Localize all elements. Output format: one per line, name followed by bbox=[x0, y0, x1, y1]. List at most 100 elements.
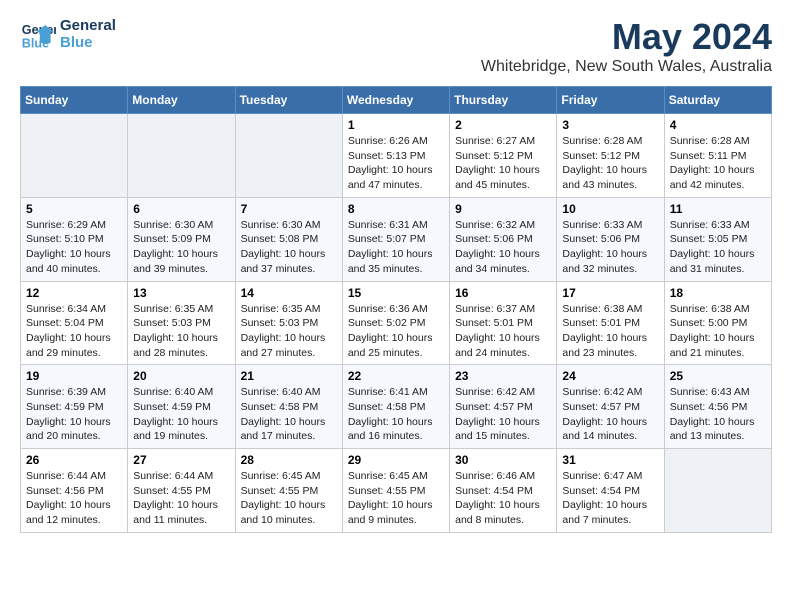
weekday-header-tuesday: Tuesday bbox=[235, 87, 342, 114]
calendar-cell: 11 Sunrise: 6:33 AMSunset: 5:05 PMDayligh… bbox=[664, 197, 771, 281]
day-info: Sunrise: 6:42 AMSunset: 4:57 PMDaylight:… bbox=[455, 385, 551, 444]
day-number: 26 bbox=[26, 453, 122, 467]
day-info: Sunrise: 6:28 AMSunset: 5:11 PMDaylight:… bbox=[670, 134, 766, 193]
day-info: Sunrise: 6:45 AMSunset: 4:55 PMDaylight:… bbox=[348, 469, 444, 528]
day-number: 20 bbox=[133, 369, 229, 383]
day-info: Sunrise: 6:35 AMSunset: 5:03 PMDaylight:… bbox=[241, 302, 337, 361]
day-number: 6 bbox=[133, 202, 229, 216]
logo-general: General bbox=[60, 17, 116, 34]
day-number: 25 bbox=[670, 369, 766, 383]
day-number: 28 bbox=[241, 453, 337, 467]
day-number: 29 bbox=[348, 453, 444, 467]
day-number: 17 bbox=[562, 286, 658, 300]
day-info: Sunrise: 6:35 AMSunset: 5:03 PMDaylight:… bbox=[133, 302, 229, 361]
calendar-cell: 16Sunrise: 6:37 AMSunset: 5:01 PMDayligh… bbox=[450, 281, 557, 365]
calendar-cell: 22 Sunrise: 6:41 AMSunset: 4:58 PMDayligh… bbox=[342, 365, 449, 449]
day-info: Sunrise: 6:36 AMSunset: 5:02 PMDaylight:… bbox=[348, 302, 444, 361]
calendar-cell: 17 Sunrise: 6:38 AMSunset: 5:01 PMDayligh… bbox=[557, 281, 664, 365]
calendar-cell: 8 Sunrise: 6:31 AMSunset: 5:07 PMDaylight… bbox=[342, 197, 449, 281]
day-number: 2 bbox=[455, 118, 551, 132]
day-info: Sunrise: 6:26 AMSunset: 5:13 PMDaylight:… bbox=[348, 134, 444, 193]
calendar-cell: 7 Sunrise: 6:30 AMSunset: 5:08 PMDaylight… bbox=[235, 197, 342, 281]
logo-icon: General Blue bbox=[20, 16, 56, 52]
day-info: Sunrise: 6:34 AMSunset: 5:04 PMDaylight:… bbox=[26, 302, 122, 361]
day-number: 24 bbox=[562, 369, 658, 383]
calendar-cell: 24 Sunrise: 6:42 AMSunset: 4:57 PMDayligh… bbox=[557, 365, 664, 449]
calendar-table: SundayMondayTuesdayWednesdayThursdayFrid… bbox=[20, 86, 772, 533]
location-title: Whitebridge, New South Wales, Australia bbox=[481, 58, 772, 76]
day-info: Sunrise: 6:42 AMSunset: 4:57 PMDaylight:… bbox=[562, 385, 658, 444]
day-info: Sunrise: 6:47 AMSunset: 4:54 PMDaylight:… bbox=[562, 469, 658, 528]
calendar-cell: 18 Sunrise: 6:38 AMSunset: 5:00 PMDayligh… bbox=[664, 281, 771, 365]
day-number: 9 bbox=[455, 202, 551, 216]
calendar-cell: 28Sunrise: 6:45 AMSunset: 4:55 PMDayligh… bbox=[235, 449, 342, 533]
day-number: 14 bbox=[241, 286, 337, 300]
day-info: Sunrise: 6:30 AMSunset: 5:08 PMDaylight:… bbox=[241, 218, 337, 277]
day-info: Sunrise: 6:44 AMSunset: 4:56 PMDaylight:… bbox=[26, 469, 122, 528]
day-info: Sunrise: 6:41 AMSunset: 4:58 PMDaylight:… bbox=[348, 385, 444, 444]
weekday-header-monday: Monday bbox=[128, 87, 235, 114]
day-number: 30 bbox=[455, 453, 551, 467]
day-number: 31 bbox=[562, 453, 658, 467]
day-info: Sunrise: 6:38 AMSunset: 5:00 PMDaylight:… bbox=[670, 302, 766, 361]
calendar-cell: 3 Sunrise: 6:28 AMSunset: 5:12 PMDaylight… bbox=[557, 114, 664, 198]
calendar-cell: 2 Sunrise: 6:27 AMSunset: 5:12 PMDaylight… bbox=[450, 114, 557, 198]
day-number: 7 bbox=[241, 202, 337, 216]
calendar-cell: 20Sunrise: 6:40 AMSunset: 4:59 PMDayligh… bbox=[128, 365, 235, 449]
calendar-week-4: 19 Sunrise: 6:39 AMSunset: 4:59 PMDayligh… bbox=[21, 365, 772, 449]
logo: General Blue General Blue bbox=[20, 16, 116, 52]
day-number: 19 bbox=[26, 369, 122, 383]
day-number: 23 bbox=[455, 369, 551, 383]
day-number: 16 bbox=[455, 286, 551, 300]
day-number: 18 bbox=[670, 286, 766, 300]
weekday-header-sunday: Sunday bbox=[21, 87, 128, 114]
calendar-cell: 19 Sunrise: 6:39 AMSunset: 4:59 PMDayligh… bbox=[21, 365, 128, 449]
day-info: Sunrise: 6:32 AMSunset: 5:06 PMDaylight:… bbox=[455, 218, 551, 277]
day-info: Sunrise: 6:28 AMSunset: 5:12 PMDaylight:… bbox=[562, 134, 658, 193]
day-number: 1 bbox=[348, 118, 444, 132]
day-number: 15 bbox=[348, 286, 444, 300]
day-info: Sunrise: 6:40 AMSunset: 4:58 PMDaylight:… bbox=[241, 385, 337, 444]
calendar-week-2: 5Sunrise: 6:29 AMSunset: 5:10 PMDaylight… bbox=[21, 197, 772, 281]
weekday-header-wednesday: Wednesday bbox=[342, 87, 449, 114]
day-info: Sunrise: 6:43 AMSunset: 4:56 PMDaylight:… bbox=[670, 385, 766, 444]
calendar-cell: 9 Sunrise: 6:32 AMSunset: 5:06 PMDaylight… bbox=[450, 197, 557, 281]
weekday-header-row: SundayMondayTuesdayWednesdayThursdayFrid… bbox=[21, 87, 772, 114]
weekday-header-friday: Friday bbox=[557, 87, 664, 114]
calendar-cell: 13Sunrise: 6:35 AMSunset: 5:03 PMDayligh… bbox=[128, 281, 235, 365]
day-number: 22 bbox=[348, 369, 444, 383]
calendar-cell: 30 Sunrise: 6:46 AMSunset: 4:54 PMDayligh… bbox=[450, 449, 557, 533]
day-number: 4 bbox=[670, 118, 766, 132]
day-number: 27 bbox=[133, 453, 229, 467]
day-info: Sunrise: 6:38 AMSunset: 5:01 PMDaylight:… bbox=[562, 302, 658, 361]
calendar-cell: 27 Sunrise: 6:44 AMSunset: 4:55 PMDayligh… bbox=[128, 449, 235, 533]
day-number: 10 bbox=[562, 202, 658, 216]
day-number: 21 bbox=[241, 369, 337, 383]
calendar-cell: 1 Sunrise: 6:26 AMSunset: 5:13 PMDaylight… bbox=[342, 114, 449, 198]
title-block: May 2024 Whitebridge, New South Wales, A… bbox=[481, 16, 772, 76]
calendar-week-3: 12 Sunrise: 6:34 AMSunset: 5:04 PMDayligh… bbox=[21, 281, 772, 365]
day-info: Sunrise: 6:46 AMSunset: 4:54 PMDaylight:… bbox=[455, 469, 551, 528]
calendar-cell: 12 Sunrise: 6:34 AMSunset: 5:04 PMDayligh… bbox=[21, 281, 128, 365]
day-info: Sunrise: 6:44 AMSunset: 4:55 PMDaylight:… bbox=[133, 469, 229, 528]
day-info: Sunrise: 6:31 AMSunset: 5:07 PMDaylight:… bbox=[348, 218, 444, 277]
weekday-header-saturday: Saturday bbox=[664, 87, 771, 114]
calendar-cell: 6Sunrise: 6:30 AMSunset: 5:09 PMDaylight… bbox=[128, 197, 235, 281]
calendar-cell: 25 Sunrise: 6:43 AMSunset: 4:56 PMDayligh… bbox=[664, 365, 771, 449]
calendar-cell: 31 Sunrise: 6:47 AMSunset: 4:54 PMDayligh… bbox=[557, 449, 664, 533]
day-info: Sunrise: 6:33 AMSunset: 5:05 PMDaylight:… bbox=[670, 218, 766, 277]
day-number: 12 bbox=[26, 286, 122, 300]
day-info: Sunrise: 6:29 AMSunset: 5:10 PMDaylight:… bbox=[26, 218, 122, 277]
day-number: 3 bbox=[562, 118, 658, 132]
calendar-cell: 26 Sunrise: 6:44 AMSunset: 4:56 PMDayligh… bbox=[21, 449, 128, 533]
calendar-cell: 23 Sunrise: 6:42 AMSunset: 4:57 PMDayligh… bbox=[450, 365, 557, 449]
calendar-cell bbox=[21, 114, 128, 198]
calendar-cell: 29 Sunrise: 6:45 AMSunset: 4:55 PMDayligh… bbox=[342, 449, 449, 533]
calendar-cell: 4 Sunrise: 6:28 AMSunset: 5:11 PMDaylight… bbox=[664, 114, 771, 198]
calendar-cell bbox=[128, 114, 235, 198]
day-number: 8 bbox=[348, 202, 444, 216]
day-info: Sunrise: 6:39 AMSunset: 4:59 PMDaylight:… bbox=[26, 385, 122, 444]
weekday-header-thursday: Thursday bbox=[450, 87, 557, 114]
day-number: 11 bbox=[670, 202, 766, 216]
day-info: Sunrise: 6:27 AMSunset: 5:12 PMDaylight:… bbox=[455, 134, 551, 193]
